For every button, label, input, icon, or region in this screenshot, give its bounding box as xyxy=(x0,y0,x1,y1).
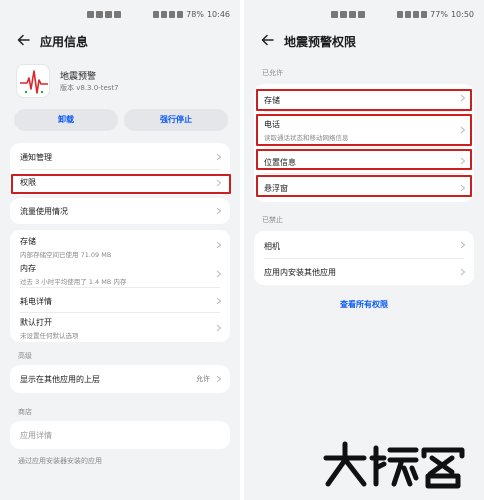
clock: 10:46 xyxy=(206,10,230,19)
clock: 10:50 xyxy=(450,10,474,19)
permission-install-apps-label: 应用内安装其他应用 xyxy=(264,268,336,277)
storage-row[interactable]: 存储 内部存储空间已使用 71.09 MB xyxy=(10,230,230,260)
permission-camera-row[interactable]: 相机 xyxy=(254,231,474,259)
display-over-apps-row[interactable]: 显示在其他应用的上层 允许 xyxy=(10,365,230,393)
app-details-label: 应用详情 xyxy=(20,431,52,440)
chevron-right-icon xyxy=(216,270,222,278)
display-over-apps-label: 显示在其他应用的上层 xyxy=(20,375,100,384)
site-watermark-logo xyxy=(323,441,465,489)
battery-level: 77% xyxy=(430,10,448,19)
status-bar: 77% 10:50 xyxy=(244,9,484,23)
battery-usage-row[interactable]: 耗电详情 xyxy=(10,288,230,313)
store-card: 应用详情 xyxy=(10,421,230,449)
chevron-right-icon xyxy=(216,179,222,186)
chevron-right-icon xyxy=(216,297,222,304)
app-info-screen: 78% 10:46 应用信息 地震预警 版本 v8.3.0-test7 卸载 强… xyxy=(0,0,240,500)
denied-section-label: 已禁止 xyxy=(262,216,283,224)
chevron-right-icon xyxy=(216,153,222,160)
permissions-screen: 77% 10:50 地震预警权限 已允许 存储 电话 读取通话状态和移动网络信息… xyxy=(244,0,484,500)
chevron-right-icon xyxy=(460,268,466,276)
display-over-apps-value: 允许 xyxy=(196,375,210,383)
notification-management-row[interactable]: 通知管理 xyxy=(10,143,230,170)
app-version: 版本 v8.3.0-test7 xyxy=(60,84,119,92)
default-open-detail: 未设置任何默认选项 xyxy=(20,332,79,340)
permissions-label: 权限 xyxy=(20,178,36,187)
memory-detail: 过去 3 小时平均使用了 1.4 MB 内存 xyxy=(20,278,127,286)
notification-permission-card: 通知管理 权限 xyxy=(10,143,230,195)
notification-management-label: 通知管理 xyxy=(20,153,52,162)
permission-camera-label: 相机 xyxy=(264,242,280,251)
default-open-row[interactable]: 默认打开 未设置任何默认选项 xyxy=(10,313,230,342)
data-usage-label: 流量使用情况 xyxy=(20,207,68,216)
data-usage-card: 流量使用情况 xyxy=(10,198,230,224)
app-details-row[interactable]: 应用详情 xyxy=(10,421,230,449)
seismograph-app-icon xyxy=(16,64,50,98)
force-stop-button[interactable]: 强行停止 xyxy=(124,109,228,131)
resource-usage-card: 存储 内部存储空间已使用 71.09 MB 内存 过去 3 小时平均使用了 1.… xyxy=(10,230,230,342)
back-arrow-icon[interactable] xyxy=(16,32,32,48)
storage-detail: 内部存储空间已使用 71.09 MB xyxy=(20,251,112,259)
advanced-card: 显示在其他应用的上层 允许 xyxy=(10,365,230,393)
chevron-right-icon xyxy=(460,184,466,192)
battery-level: 78% xyxy=(186,10,204,19)
permission-phone-row[interactable]: 电话 读取通话状态和移动网络信息 xyxy=(254,112,474,148)
denied-permissions-card: 相机 应用内安装其他应用 xyxy=(254,231,474,285)
page-title: 地震预警权限 xyxy=(284,35,357,49)
chevron-right-icon xyxy=(216,241,222,249)
allowed-section-label: 已允许 xyxy=(262,69,283,77)
installer-footer-text: 通过应用安装器安装的应用 xyxy=(18,457,102,465)
chevron-right-icon xyxy=(460,157,466,165)
permission-storage-label: 存储 xyxy=(264,96,280,105)
memory-row[interactable]: 内存 过去 3 小时平均使用了 1.4 MB 内存 xyxy=(10,260,230,288)
memory-label: 内存 xyxy=(20,264,36,273)
allowed-permissions-card: 存储 电话 读取通话状态和移动网络信息 位置信息 悬浮窗 xyxy=(254,84,474,202)
permission-install-apps-row[interactable]: 应用内安装其他应用 xyxy=(254,259,474,285)
notification-icons xyxy=(87,11,121,18)
permissions-row[interactable]: 权限 xyxy=(10,170,230,195)
page-title: 应用信息 xyxy=(40,35,89,49)
status-bar: 78% 10:46 xyxy=(0,9,240,23)
chevron-right-icon xyxy=(460,126,466,134)
storage-label: 存储 xyxy=(20,237,36,246)
data-usage-row[interactable]: 流量使用情况 xyxy=(10,198,230,224)
store-section-label: 商店 xyxy=(18,408,32,416)
permission-floating-window-row[interactable]: 悬浮窗 xyxy=(254,174,474,202)
back-arrow-icon[interactable] xyxy=(260,32,276,48)
status-icons xyxy=(397,11,428,18)
permission-location-label: 位置信息 xyxy=(264,158,296,167)
battery-usage-label: 耗电详情 xyxy=(20,297,52,306)
permission-floating-window-label: 悬浮窗 xyxy=(264,184,288,193)
uninstall-button[interactable]: 卸载 xyxy=(14,109,118,131)
permission-location-row[interactable]: 位置信息 xyxy=(254,148,474,174)
chevron-right-icon xyxy=(460,94,466,102)
chevron-right-icon xyxy=(216,375,222,383)
chevron-right-icon xyxy=(216,324,222,331)
chevron-right-icon xyxy=(216,207,222,215)
permission-phone-detail: 读取通话状态和移动网络信息 xyxy=(264,134,349,142)
advanced-section-label: 高级 xyxy=(18,352,32,360)
view-all-permissions-link[interactable]: 查看所有权限 xyxy=(244,299,484,310)
permission-phone-label: 电话 xyxy=(264,120,280,129)
app-header: 地震预警 版本 v8.3.0-test7 xyxy=(16,62,224,102)
chevron-right-icon xyxy=(460,241,466,249)
default-open-label: 默认打开 xyxy=(20,318,52,327)
status-icons xyxy=(153,11,184,18)
permission-storage-row[interactable]: 存储 xyxy=(254,84,474,112)
app-name: 地震预警 xyxy=(60,72,97,82)
notification-icons xyxy=(331,11,365,18)
